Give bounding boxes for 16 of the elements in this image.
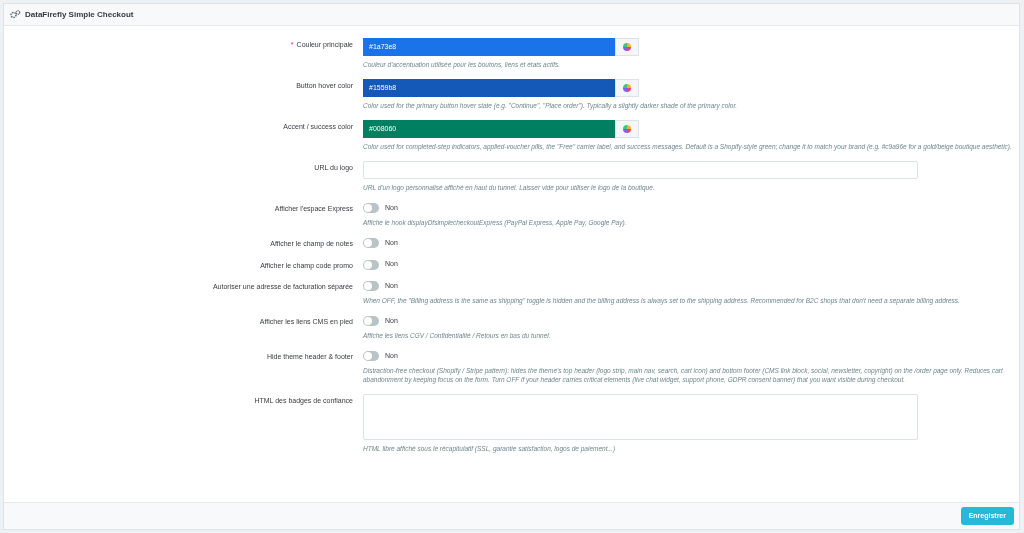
color-wheel-icon — [623, 84, 631, 92]
color-picker-button[interactable] — [615, 79, 639, 97]
toggle-switch[interactable] — [363, 281, 379, 291]
color-picker-button[interactable] — [615, 38, 639, 56]
toggle-switch[interactable] — [363, 351, 379, 361]
toggle-switch[interactable] — [363, 203, 379, 213]
toggle-switch[interactable] — [363, 259, 379, 270]
text-area[interactable] — [363, 394, 918, 440]
toggle-switch[interactable] — [363, 316, 379, 326]
color-picker-button[interactable] — [615, 120, 639, 138]
toggle-switch[interactable] — [363, 238, 379, 248]
cogs-icon — [10, 10, 21, 19]
panel-title: DataFirefly Simple Checkout — [25, 8, 134, 21]
color-wheel-icon — [623, 43, 631, 51]
color-wheel-icon — [623, 125, 631, 133]
input-field[interactable] — [363, 161, 918, 179]
